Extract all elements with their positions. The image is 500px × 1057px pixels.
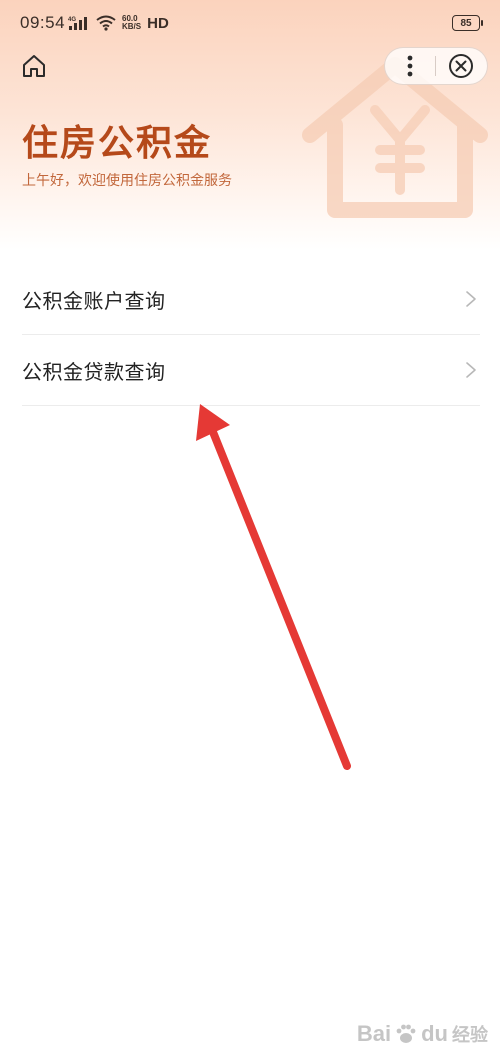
baidu-brand-suffix: du (421, 1021, 448, 1046)
menu-item-loan-query[interactable]: 公积金贷款查询 (22, 335, 480, 406)
menu-item-account-query[interactable]: 公积金账户查询 (22, 264, 480, 335)
menu-list: 公积金账户查询 公积金贷款查询 (22, 264, 480, 406)
status-bar: 09:54 4G 60.0 KB/S HD 85 (0, 0, 500, 48)
more-button[interactable] (385, 48, 435, 84)
close-button[interactable] (436, 48, 488, 84)
svg-text:4G: 4G (68, 17, 76, 23)
more-vertical-icon (407, 55, 413, 77)
page-title: 住房公积金 (22, 123, 213, 164)
battery-indicator: 85 (452, 15, 483, 31)
home-button[interactable] (18, 50, 50, 82)
signal-4g-icon: 4G (68, 17, 87, 30)
chevron-right-icon (466, 362, 476, 378)
baidu-watermark: Bai du 经验 (357, 1021, 488, 1047)
status-icons: 4G 60.0 KB/S HD (68, 12, 169, 34)
net-speed-unit: KB/S (122, 22, 142, 31)
page-subtitle: 上午好，欢迎使用住房公积金服务 (22, 173, 232, 189)
net-speed: 60.0 KB/S (122, 15, 141, 31)
home-icon (23, 55, 45, 77)
status-time: 09:54 (20, 13, 66, 32)
baidu-brand: Bai (356, 1021, 392, 1046)
chevron-right-icon (466, 291, 476, 307)
menu-item-label: 公积金贷款查询 (22, 359, 166, 384)
hd-label: HD (147, 14, 169, 32)
app-screen: 09:54 4G 60.0 KB/S HD 85 住房公积金 上午好，欢迎使用住… (0, 0, 500, 1057)
menu-item-label: 公积金账户查询 (22, 288, 166, 313)
close-circle-icon (449, 54, 474, 78)
wifi-icon (96, 15, 116, 31)
baidu-sub: 经验 (452, 1025, 488, 1045)
mini-program-capsule (384, 47, 488, 85)
battery-level: 85 (460, 17, 472, 29)
paw-icon (396, 1024, 416, 1043)
